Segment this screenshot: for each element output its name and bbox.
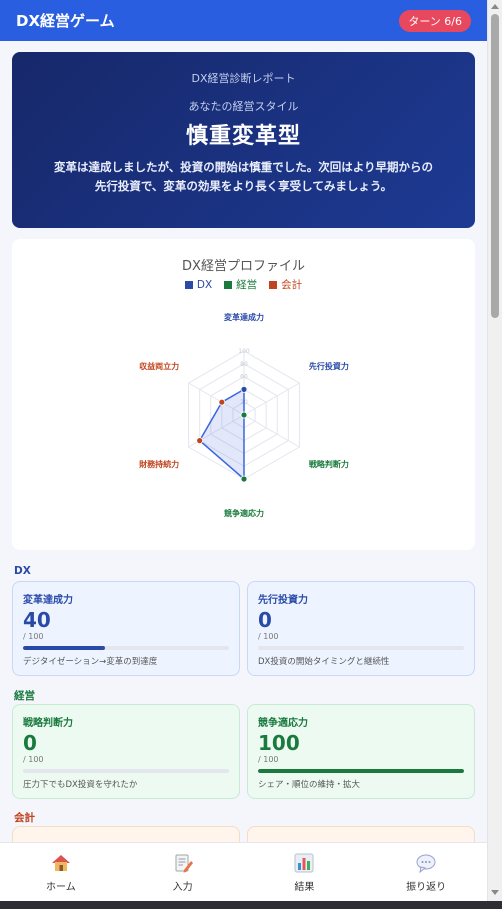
metric-progress-bar [23,646,229,650]
style-description: 変革は達成しましたが、投資の開始は慎重でした。次回はより早期からの先行投資で、変… [53,160,434,193]
radar-ring-label: 100 [238,348,250,355]
window-bottom-edge [0,901,502,909]
radar-point [240,385,248,393]
speech-bubble-icon [416,854,436,873]
metric-progress-fill [23,646,106,650]
metric-name: 変革達成力 [23,595,73,606]
radar-axis-label: 先行投資力 [309,361,349,371]
metric-card-strategic-judgment: 戦略判断力 0 / 100 圧力下でもDX投資を守れたか [12,704,240,799]
top-bar: DX経営ゲーム ターン 6/6 [0,0,487,41]
radar-axis-label: 競争適応力 [224,508,264,518]
metric-description: DX投資の開始タイミングと継続性 [258,657,390,667]
management-style-name: 慎重変革型 [185,124,301,149]
metric-progress-bar [258,769,464,773]
vertical-scrollbar[interactable] [487,0,502,901]
radar-ring-label: 60 [240,374,248,381]
metric-progress-bar [23,769,229,773]
metric-max: / 100 [258,755,279,764]
nav-results[interactable]: 結果 [244,843,366,901]
radar-axis-line [243,414,300,448]
metric-description: シェア・順位の維持・拡大 [258,780,361,790]
radar-axis-label: 財務持続力 [138,459,179,469]
radar-chart-card: DX経営プロファイル DX 経営 会計 020406080100変革達成力先行投… [12,239,475,550]
metric-max: / 100 [258,632,279,641]
nav-label: 入力 [172,881,193,893]
nav-label: ホーム [46,881,76,893]
section-label-accounting: 会計 [14,812,35,824]
memo-icon [175,854,193,872]
app-viewport: DX経営ゲーム ターン 6/6 DX経営診断レポート あなたの経営スタイル 慎重… [0,0,487,909]
radar-axis-label: 収益両立力 [139,361,179,371]
radar-chart: 020406080100変革達成力先行投資力戦略判断力競争適応力財務持続力収益両… [138,312,349,518]
nav-label: 結果 [294,881,315,893]
report-kicker: DX経営診断レポート [191,72,296,85]
radar-point [240,475,248,483]
scroll-down-arrow-icon[interactable] [491,890,499,895]
metric-progress-fill [258,769,464,773]
metric-card-early-investment: 先行投資力 0 / 100 DX投資の開始タイミングと継続性 [247,581,475,676]
radar-point [196,437,204,445]
radar-axis-label: 変革達成力 [224,312,264,322]
metric-description: 圧力下でもDX投資を守れたか [23,780,138,790]
metric-max: / 100 [23,755,44,764]
app-title: DX経営ゲーム [16,12,115,30]
section-label-management: 経営 [14,690,35,702]
style-report-card: DX経営診断レポート あなたの経営スタイル 慎重変革型 変革は達成しましたが、投… [12,52,475,228]
radar-axis-line [243,382,300,416]
nav-review[interactable]: 振り返り [365,843,487,901]
metric-value: 40 [23,608,51,632]
section-label-dx: DX [14,565,31,577]
report-subtitle: あなたの経営スタイル [188,100,299,113]
metric-description: デジタイゼーション→変革の到達度 [23,657,158,667]
nav-label: 振り返り [406,881,447,893]
metric-name: 戦略判断力 [23,718,73,729]
home-icon [51,854,70,871]
turn-badge: ターン 6/6 [399,9,471,32]
metric-value: 100 [258,731,300,755]
radar-ring-label: 80 [240,361,248,368]
metric-name: 競争適応力 [258,718,308,729]
metric-value: 0 [23,731,37,755]
metric-progress-bar [258,646,464,650]
metric-value: 0 [258,608,272,632]
bar-chart-icon [294,853,314,872]
nav-input[interactable]: 入力 [122,843,244,901]
radar-axis-label: 戦略判断力 [309,459,349,469]
metric-card-transformation: 変革達成力 40 / 100 デジタイゼーション→変革の到達度 [12,581,240,676]
metric-card-competitive-adaptation: 競争適応力 100 / 100 シェア・順位の維持・拡大 [247,704,475,799]
radar-point [218,398,226,406]
nav-home[interactable]: ホーム [0,843,122,901]
radar-point [240,411,248,419]
bottom-nav: ホーム 入力 結果 振り返り [0,842,487,901]
scroll-up-arrow-icon[interactable] [491,4,499,9]
scrollbar-thumb[interactable] [491,14,499,318]
metric-name: 先行投資力 [258,595,308,606]
metric-max: / 100 [23,632,44,641]
